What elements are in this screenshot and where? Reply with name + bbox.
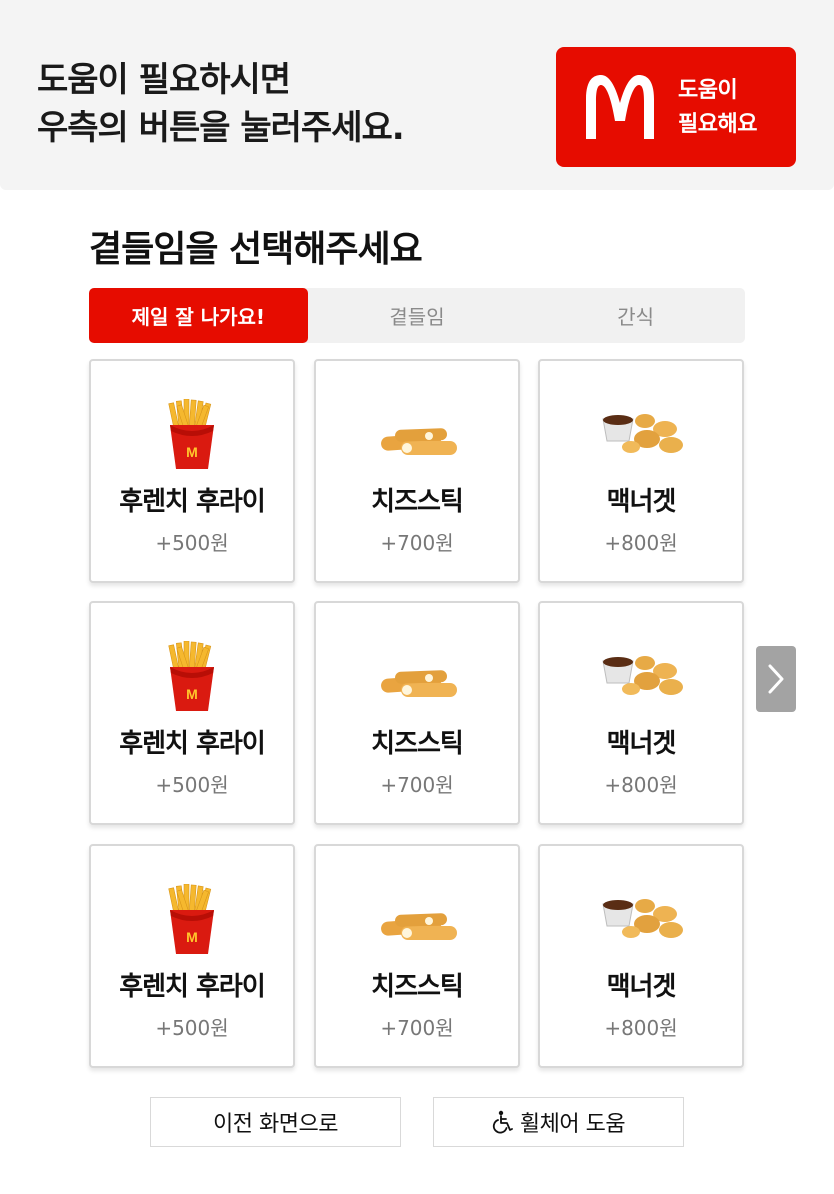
svg-text:M: M — [186, 686, 198, 702]
menu-item-card[interactable]: M 후렌치 후라이 +500원 — [89, 844, 295, 1068]
menu-item-card[interactable]: M 후렌치 후라이 +500원 — [89, 601, 295, 825]
item-name: 치즈스틱 — [371, 729, 464, 759]
wheelchair-help-button[interactable]: 휠체어 도움 — [433, 1097, 684, 1147]
help-button-label-line2: 필요해요 — [678, 112, 757, 137]
help-button[interactable]: 도움이 필요해요 — [556, 47, 796, 167]
menu-item-card[interactable]: 맥너겟 +800원 — [538, 359, 744, 583]
fries-icon: M — [168, 399, 214, 469]
item-price: +800원 — [604, 531, 678, 555]
wheelchair-icon — [492, 1110, 513, 1134]
item-name: 후렌치 후라이 — [119, 972, 266, 1002]
item-name: 치즈스틱 — [371, 487, 464, 517]
cheese-stick-icon — [381, 670, 457, 697]
item-price: +700원 — [380, 1016, 454, 1040]
item-price: +700원 — [380, 531, 454, 555]
tab-best[interactable]: 제일 잘 나가요! — [89, 288, 308, 343]
item-price: +500원 — [155, 531, 229, 555]
help-message: 도움이 필요하시면 우측의 버튼을 눌러주세요. — [37, 56, 405, 152]
wheelchair-help-label: 휠체어 도움 — [519, 1112, 626, 1137]
help-message-line2: 우측의 버튼을 눌러주세요. — [37, 108, 405, 148]
item-name: 맥너겟 — [606, 972, 677, 1002]
nuggets-icon — [602, 414, 683, 453]
fries-icon: M — [168, 884, 214, 954]
item-name: 후렌치 후라이 — [119, 729, 266, 759]
chevron-right-icon — [768, 664, 784, 694]
svg-text:M: M — [186, 444, 198, 460]
tab-sides[interactable]: 곁들임 — [308, 288, 527, 343]
category-tabs: 제일 잘 나가요! 곁들임 간식 — [89, 288, 745, 343]
item-price: +500원 — [155, 773, 229, 797]
item-name: 맥너겟 — [606, 487, 677, 517]
item-price: +800원 — [604, 773, 678, 797]
cheese-stick-icon — [381, 428, 457, 455]
back-button-label: 이전 화면으로 — [213, 1112, 338, 1137]
tab-snacks[interactable]: 간식 — [526, 288, 745, 343]
item-name: 후렌치 후라이 — [119, 487, 266, 517]
golden-arches-icon — [586, 75, 654, 139]
nuggets-icon — [602, 656, 683, 695]
item-price: +800원 — [604, 1016, 678, 1040]
fries-icon: M — [168, 641, 214, 711]
help-button-label-line1: 도움이 — [678, 78, 738, 103]
svg-text:M: M — [186, 929, 198, 945]
item-name: 맥너겟 — [606, 729, 677, 759]
page-title: 곁들임을 선택해주세요 — [89, 229, 423, 270]
item-price: +700원 — [380, 773, 454, 797]
menu-item-card[interactable]: 맥너겟 +800원 — [538, 601, 744, 825]
next-page-button[interactable] — [756, 646, 796, 712]
item-name: 치즈스틱 — [371, 972, 464, 1002]
menu-item-card[interactable]: 맥너겟 +800원 — [538, 844, 744, 1068]
menu-item-card[interactable]: 치즈스틱 +700원 — [314, 601, 520, 825]
cheese-stick-icon — [381, 913, 457, 940]
nuggets-icon — [602, 899, 683, 938]
header: 도움이 필요하시면 우측의 버튼을 눌러주세요. 도움이 필요해요 — [0, 0, 834, 190]
help-message-line1: 도움이 필요하시면 — [37, 60, 291, 100]
menu-item-card[interactable]: M 후렌치 후라이 +500원 — [89, 359, 295, 583]
menu-item-card[interactable]: 치즈스틱 +700원 — [314, 359, 520, 583]
back-button[interactable]: 이전 화면으로 — [150, 1097, 401, 1147]
item-price: +500원 — [155, 1016, 229, 1040]
menu-item-card[interactable]: 치즈스틱 +700원 — [314, 844, 520, 1068]
